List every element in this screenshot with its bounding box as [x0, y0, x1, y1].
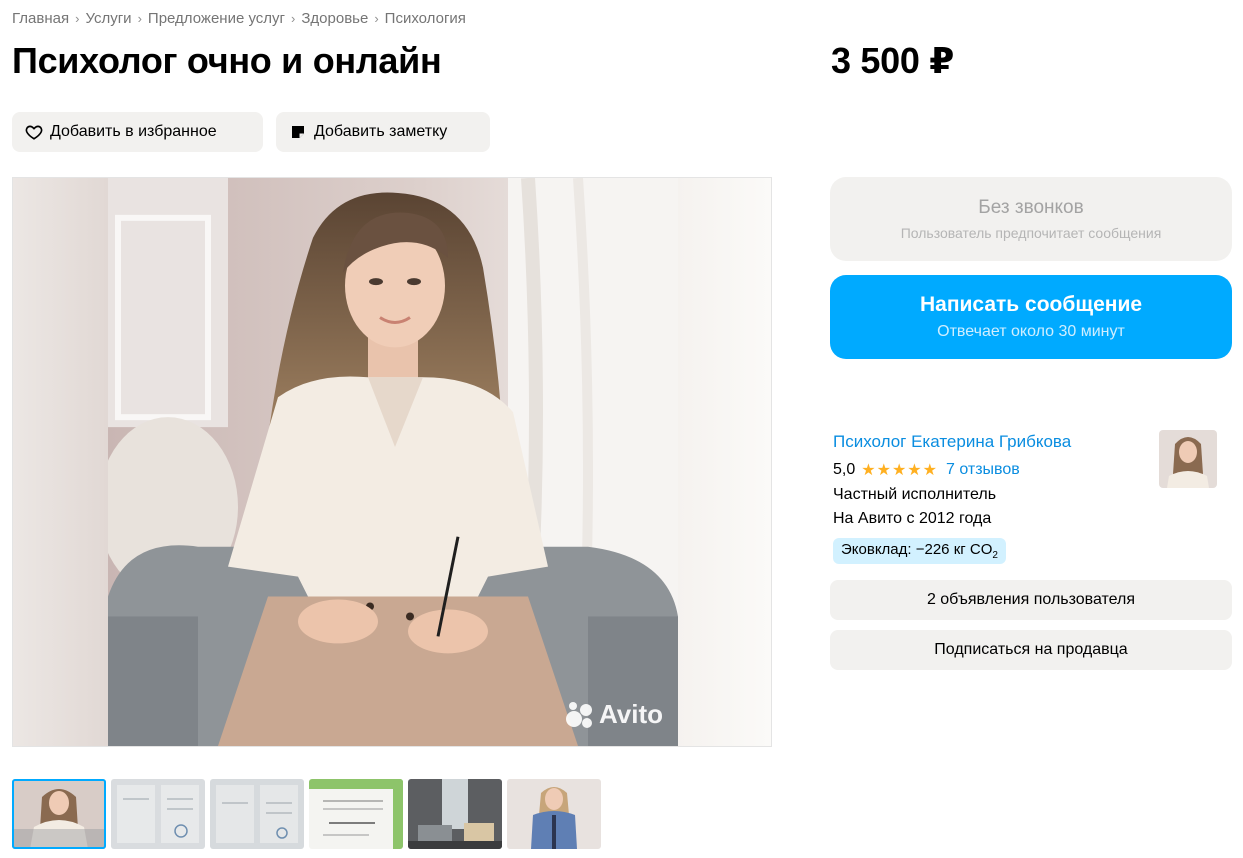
- no-calls-notice: Без звонков Пользователь предпочитает со…: [830, 177, 1232, 261]
- add-note-button[interactable]: Добавить заметку: [276, 112, 490, 152]
- seller-type: Частный исполнитель: [833, 486, 997, 503]
- breadcrumb-item-health[interactable]: Здоровье: [301, 10, 368, 27]
- chevron-right-icon: ›: [75, 11, 80, 26]
- thumbnail-3[interactable]: [210, 779, 304, 849]
- watermark-text: Avito: [598, 699, 663, 729]
- add-note-label: Добавить заметку: [314, 123, 448, 140]
- write-message-button[interactable]: Написать сообщение Отвечает около 30 мин…: [830, 275, 1232, 359]
- add-to-favorites-button[interactable]: Добавить в избранное: [12, 112, 263, 152]
- photo-blur-left: [13, 178, 108, 746]
- avito-logo-icon: [565, 701, 592, 728]
- write-message-subtitle: Отвечает около 30 минут: [937, 323, 1125, 340]
- note-icon: [288, 122, 308, 142]
- page-title: Психолог очно и онлайн: [12, 40, 442, 81]
- subscribe-seller-button[interactable]: Подписаться на продавца: [830, 630, 1232, 670]
- listing-price: 3 500 ₽: [831, 40, 955, 81]
- avito-watermark: Avito: [565, 699, 663, 730]
- star-icon: ★★★★★: [861, 462, 938, 479]
- breadcrumb-item-services[interactable]: Услуги: [85, 10, 131, 27]
- breadcrumb-item-service-offer[interactable]: Предложение услуг: [148, 10, 285, 27]
- thumbnail-4[interactable]: [309, 779, 403, 849]
- rating-value: 5,0: [833, 461, 856, 478]
- breadcrumb-item-home[interactable]: Главная: [12, 10, 69, 27]
- avatar[interactable]: [1159, 430, 1217, 488]
- no-calls-subtitle: Пользователь предпочитает сообщения: [900, 225, 1162, 241]
- eco-label: Эковклад: −226 кг CO: [841, 541, 993, 558]
- chevron-right-icon: ›: [137, 11, 142, 26]
- thumbnail-2[interactable]: [111, 779, 205, 849]
- seller-since: На Авито с 2012 года: [833, 510, 992, 527]
- thumbnail-6[interactable]: [507, 779, 601, 849]
- photo-blur-right: [676, 178, 771, 746]
- thumbnail-5[interactable]: [408, 779, 502, 849]
- psychologist-photo: [108, 178, 678, 746]
- write-message-title: Написать сообщение: [919, 293, 1143, 316]
- eco-contribution-badge[interactable]: Эковклад: −226 кг CO2: [833, 538, 1006, 564]
- heart-icon: [24, 122, 44, 142]
- thumbnail-1[interactable]: [12, 779, 106, 849]
- reviews-link[interactable]: 7 отзывов: [946, 461, 1020, 479]
- breadcrumb: Главная › Услуги › Предложение услуг › З…: [12, 10, 466, 27]
- breadcrumb-item-psychology[interactable]: Психология: [385, 10, 466, 27]
- photo-thumbnails: [12, 779, 601, 849]
- chevron-right-icon: ›: [291, 11, 296, 26]
- no-calls-title: Без звонков: [978, 197, 1084, 218]
- chevron-right-icon: ›: [374, 11, 379, 26]
- user-listings-button[interactable]: 2 объявления пользователя: [830, 580, 1232, 620]
- main-photo[interactable]: Avito: [12, 177, 772, 747]
- add-to-favorites-label: Добавить в избранное: [50, 123, 217, 140]
- eco-subscript: 2: [992, 550, 998, 561]
